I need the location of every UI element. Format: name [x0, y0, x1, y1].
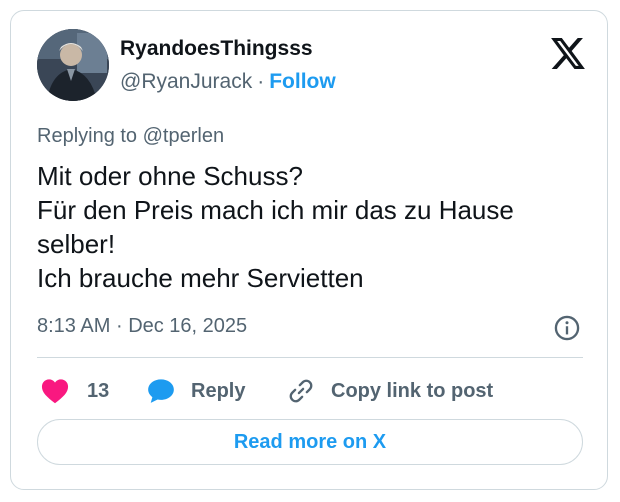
- action-bar: 13 Reply Copy link to post: [37, 373, 597, 409]
- x-logo-glyph: [551, 38, 585, 69]
- timestamp-separator: ·: [115, 315, 123, 337]
- reply-label: Reply: [191, 379, 246, 402]
- post-text-line: Ich brauche mehr Servietten: [37, 263, 364, 293]
- author-handle-row: @RyanJurack · Follow: [120, 70, 336, 94]
- replying-to: Replying to @tperlen: [37, 125, 224, 148]
- copy-link-label: Copy link to post: [331, 379, 494, 402]
- speech-bubble-icon: [148, 379, 174, 403]
- post-text-line: Für den Preis mach ich mir das zu Hause: [37, 195, 514, 225]
- like-count: 13: [87, 379, 110, 402]
- reply-button[interactable]: Reply: [147, 373, 245, 409]
- embedded-post-card: RyandoesThingsss @RyanJurack · Follow Repl…: [10, 10, 608, 490]
- post-timestamp[interactable]: 8:13 AM · Dec 16, 2025: [37, 315, 247, 338]
- info-icon[interactable]: [553, 314, 581, 342]
- post-date: Dec 16, 2025: [128, 315, 248, 337]
- replying-to-prefix: Replying to: [37, 125, 138, 147]
- post-time: 8:13 AM: [37, 315, 111, 337]
- like-button[interactable]: 13: [41, 373, 109, 409]
- replying-to-mention[interactable]: @tperlen: [143, 125, 224, 147]
- avatar[interactable]: [37, 29, 109, 101]
- post-text-line: selber!: [37, 229, 116, 259]
- link-icon: [289, 379, 313, 403]
- x-logo-icon[interactable]: [551, 38, 585, 69]
- author-handle[interactable]: @RyanJurack: [120, 70, 252, 93]
- info-glyph: [554, 315, 580, 341]
- read-more-button[interactable]: Read more on X: [37, 419, 583, 465]
- post-text-line: Mit oder ohne Schuss?: [37, 161, 303, 191]
- post-text: Mit oder ohne Schuss? Für den Preis mach…: [37, 159, 597, 295]
- divider: [37, 357, 583, 358]
- copy-link-button[interactable]: Copy link to post: [287, 373, 493, 409]
- avatar-image: [37, 29, 109, 101]
- heart-icon: [41, 379, 69, 404]
- handle-separator: ·: [257, 70, 265, 93]
- follow-link[interactable]: Follow: [269, 70, 336, 93]
- author-display-name[interactable]: RyandoesThingsss: [120, 37, 313, 61]
